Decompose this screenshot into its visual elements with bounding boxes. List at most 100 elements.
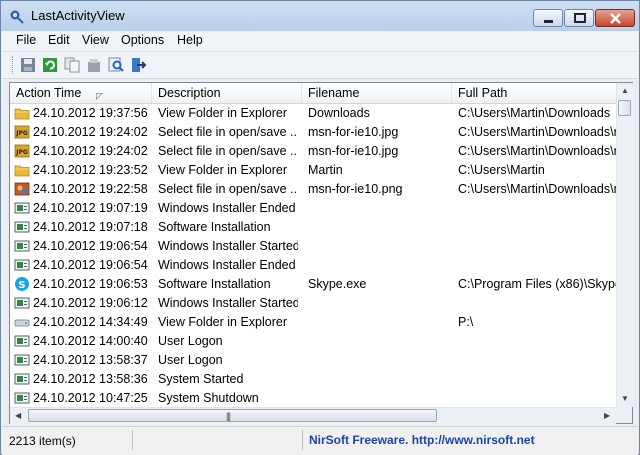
cell-action-time: 24.10.2012 14:00:40 [33,334,148,348]
title-bar[interactable]: LastActivityView [1,1,639,31]
cell-filename [308,199,448,218]
table-row[interactable]: 24.10.2012 14:00:40 User Logon [10,332,616,351]
png-file-icon [14,181,30,197]
cell-full-path: C:\Program Files (x86)\Skype\ [458,277,616,291]
table-row[interactable]: 24.10.2012 19:07:18 Software Installation [10,218,616,237]
find-button[interactable] [107,56,125,74]
cell-description: Software Installation [158,277,271,291]
column-header-action-time[interactable]: Action Time ◸ [10,83,152,103]
cell-full-path [458,237,616,256]
cell-full-path [458,332,616,351]
table-row[interactable]: JPG 24.10.2012 19:24:02 Select file in ope… [10,142,616,161]
cell-full-path: C:\Users\Martin [458,163,545,177]
cell-description: View Folder in Explorer [158,106,287,120]
close-button[interactable] [595,9,635,27]
cell-filename: msn-for-ie10.jpg [308,144,399,158]
cell-action-time: 24.10.2012 19:24:02 [33,125,148,139]
folder-icon [14,105,30,121]
menu-options[interactable]: Options [118,33,167,47]
scroll-down-icon[interactable]: ▼ [621,394,629,403]
properties-icon [88,59,100,72]
jpg-file-icon: JPG [14,124,30,140]
drive-icon [14,314,30,330]
table-row[interactable]: 24.10.2012 19:06:12 Windows Installer Sta… [10,294,616,313]
menu-edit[interactable]: Edit [45,33,73,47]
save-button[interactable] [19,56,37,74]
cell-full-path [458,199,616,218]
cell-action-time: 24.10.2012 19:23:52 [33,163,148,177]
vertical-scrollbar[interactable]: ▲ ▼ [616,83,633,407]
cell-action-time: 24.10.2012 19:22:58 [33,182,148,196]
system-event-icon [14,238,30,254]
close-icon [610,13,621,24]
find-icon [108,57,124,72]
table-row[interactable]: 24.10.2012 19:07:19 Windows Installer End… [10,199,616,218]
horizontal-scroll-thumb[interactable]: ||| [28,409,437,422]
system-event-icon [14,371,30,387]
cell-full-path [458,294,616,313]
maximize-icon [574,13,586,23]
cell-filename [308,389,448,407]
cell-description: System Started [158,372,244,386]
refresh-button[interactable] [41,56,59,74]
table-row[interactable]: 24.10.2012 19:37:56 View Folder in Explor… [10,104,616,123]
item-count: 2213 item(s) [9,434,76,448]
sort-arrow-icon: ◸ [96,91,103,101]
cell-description: View Folder in Explorer [158,163,287,177]
scroll-left-icon[interactable]: ◀ [15,411,21,420]
table-row[interactable]: 24.10.2012 10:47:25 System Shutdown [10,389,616,407]
cell-filename: Skype.exe [308,277,367,291]
window-title: LastActivityView [31,8,125,23]
cell-full-path [458,256,616,275]
cell-full-path [458,351,616,370]
folder-icon [14,162,30,178]
scroll-right-icon[interactable]: ▶ [604,411,610,420]
cell-action-time: 24.10.2012 19:07:18 [33,220,148,234]
cell-description: System Shutdown [158,391,259,405]
cell-action-time: 24.10.2012 13:58:36 [33,372,148,386]
exit-button[interactable] [129,56,147,74]
column-header-filename[interactable]: Filename [302,83,452,103]
system-event-icon [14,352,30,368]
table-row[interactable]: JPG 24.10.2012 19:24:02 Select file in ope… [10,123,616,142]
table-row[interactable]: 24.10.2012 19:23:52 View Folder in Explor… [10,161,616,180]
copy-button[interactable] [63,56,81,74]
minimize-button[interactable] [533,9,563,27]
table-row[interactable]: 24.10.2012 19:06:54 Windows Installer End… [10,256,616,275]
menu-file[interactable]: File [13,33,39,47]
cell-filename [308,237,448,256]
cell-action-time: 24.10.2012 19:37:56 [33,106,148,120]
toolbar-grip [12,56,15,74]
cell-description: Windows Installer Ended [158,258,296,272]
table-row[interactable]: 24.10.2012 19:22:58 Select file in open/s… [10,180,616,199]
table-row[interactable]: 24.10.2012 13:58:37 User Logon [10,351,616,370]
table-row[interactable]: 24.10.2012 13:58:36 System Started [10,370,616,389]
cell-action-time: 24.10.2012 19:07:19 [33,201,148,215]
cell-description: Select file in open/save ... [158,182,298,196]
menu-bar: File Edit View Options Help [2,31,638,52]
horizontal-scrollbar[interactable]: ◀ ||| ▶ [10,407,616,424]
vertical-scroll-thumb[interactable] [618,100,631,116]
activity-list[interactable]: Action Time ◸ Description Filename Full … [9,82,633,424]
menu-view[interactable]: View [79,33,112,47]
table-row[interactable]: S 24.10.2012 19:06:53 Software Installatio… [10,275,616,294]
system-event-icon [14,219,30,235]
system-event-icon [14,257,30,273]
cell-description: Windows Installer Started [158,296,298,310]
scroll-up-icon[interactable]: ▲ [621,86,629,95]
column-header-description[interactable]: Description [152,83,302,103]
properties-button[interactable] [85,56,103,74]
skype-icon: S [14,276,30,292]
cell-action-time: 24.10.2012 13:58:37 [33,353,148,367]
copy-icon [64,57,80,73]
system-event-icon [14,390,30,406]
table-row[interactable]: 24.10.2012 19:06:54 Windows Installer Sta… [10,237,616,256]
cell-action-time: 24.10.2012 10:47:25 [33,391,148,405]
maximize-button[interactable] [564,9,594,27]
app-window: LastActivityView File Edit View Options … [0,0,640,455]
column-header-full-path[interactable]: Full Path [452,83,616,103]
nirsoft-link[interactable]: NirSoft Freeware. http://www.nirsoft.net [309,433,535,447]
table-row[interactable]: 24.10.2012 14:34:49 View Folder in Explor… [10,313,616,332]
cell-full-path [458,218,616,237]
menu-help[interactable]: Help [174,33,206,47]
